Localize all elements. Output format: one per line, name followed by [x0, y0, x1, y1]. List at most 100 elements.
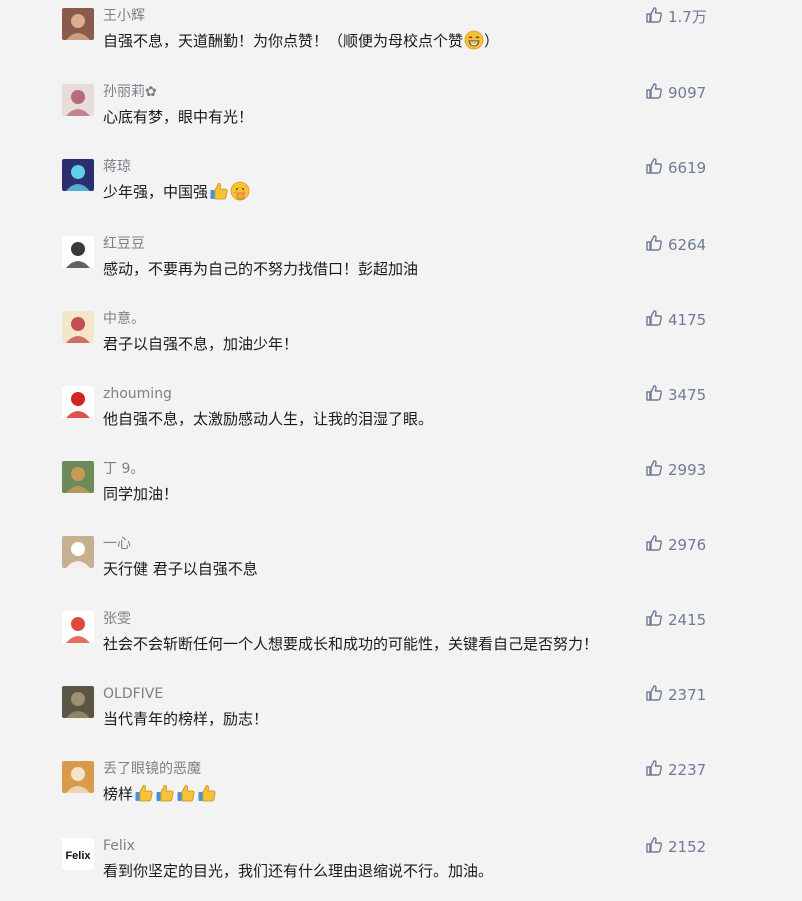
username[interactable]: 中意。: [103, 310, 145, 328]
like-count: 1.7万: [668, 8, 707, 26]
like-button[interactable]: 2976: [645, 535, 706, 555]
like-button[interactable]: 3475: [645, 385, 706, 405]
like-count: 3475: [668, 386, 707, 404]
username[interactable]: 丁 9。: [103, 460, 144, 478]
comment-text-body: 当代青年的榜样，励志！: [103, 710, 269, 728]
like-button[interactable]: 2152: [645, 837, 706, 857]
comment-text-body: 心底有梦，眼中有光！: [103, 108, 254, 126]
like-button[interactable]: 6264: [645, 235, 706, 255]
comment-text: 他自强不息，太激励感动人生，让我的泪湿了眼。: [103, 408, 433, 430]
thumbs-up-icon: [645, 684, 668, 706]
comment-item: 一心天行健 君子以自强不息 2976: [0, 535, 802, 596]
avatar[interactable]: [62, 236, 94, 268]
like-count: 2152: [668, 838, 707, 856]
username[interactable]: 王小辉: [103, 7, 145, 25]
username[interactable]: Felix: [103, 837, 135, 855]
comment-text: 自强不息，天道酬勤！为你点赞！（顺便为母校点个赞 ）: [103, 30, 499, 52]
comment-item: OLDFIVE 当代青年的榜样，励志！ 2371: [0, 685, 802, 746]
thumbs-up-icon: [645, 234, 668, 256]
comment-text-suffix: ）: [484, 32, 500, 50]
comment-list: 王小辉自强不息，天道酬勤！为你点赞！（顺便为母校点个赞 ） 1.7万孙丽莉✿ 心底有梦…: [0, 0, 802, 901]
thumbs-up-icon: [645, 309, 668, 331]
thumbs-up-emoji: [208, 183, 229, 201]
comment-text-body: 天行健 君子以自强不息: [103, 560, 258, 578]
avatar[interactable]: Felix: [62, 838, 94, 870]
like-button[interactable]: 2371: [645, 685, 706, 705]
thumbs-up-icon: [645, 459, 668, 481]
comment-item: 张雯社会不会斩断任何一个人想要成长和成功的可能性，关键看自己是否努力！ 2415: [0, 610, 802, 671]
username[interactable]: 张雯: [103, 610, 131, 628]
like-count: 6264: [668, 236, 707, 254]
comment-text-body: 他自强不息，太激励感动人生，让我的泪湿了眼。: [103, 410, 434, 428]
comment-item: 王小辉自强不息，天道酬勤！为你点赞！（顺便为母校点个赞 ） 1.7万: [0, 7, 802, 68]
avatar[interactable]: [62, 611, 94, 643]
username[interactable]: 丢了眼镜的恶魔: [103, 760, 201, 778]
comment-text-body: 同学加油！: [103, 485, 179, 503]
like-count: 2976: [668, 536, 707, 554]
comment-item: 丢了眼镜的恶魔 榜样 2237: [0, 760, 802, 821]
avatar[interactable]: [62, 84, 94, 116]
comment-text: 社会不会斩断任何一个人想要成长和成功的可能性，关键看自己是否努力！: [103, 633, 598, 655]
comment-text-body: 社会不会斩断任何一个人想要成长和成功的可能性，关键看自己是否努力！: [103, 635, 599, 653]
username[interactable]: zhouming: [103, 385, 172, 403]
comment-text: 同学加油！: [103, 483, 178, 505]
username[interactable]: 蒋琼: [103, 158, 131, 176]
thumbs-up-emoji: [175, 785, 196, 803]
comment-text: 心底有梦，眼中有光！: [103, 106, 253, 128]
like-count: 2371: [668, 686, 707, 704]
comment-text: 天行健 君子以自强不息: [103, 558, 258, 580]
avatar[interactable]: [62, 386, 94, 418]
like-button[interactable]: 4175: [645, 310, 706, 330]
comment-item: Felix Felix 看到你坚定的目光，我们还有什么理由退缩说不行。加油。 2152: [0, 837, 802, 898]
thumbs-up-icon: [645, 759, 668, 781]
shush-emoji: [229, 181, 250, 201]
comment-item: 中意。君子以自强不息，加油少年！ 4175: [0, 310, 802, 371]
thumbs-up-emoji: [154, 785, 175, 803]
avatar[interactable]: [62, 311, 94, 343]
avatar[interactable]: [62, 159, 94, 191]
like-count: 2237: [668, 761, 707, 779]
username[interactable]: 孙丽莉✿: [103, 83, 157, 101]
comment-text-body: 看到你坚定的目光，我们还有什么理由退缩说不行。加油。: [103, 862, 494, 880]
svg-text:Felix: Felix: [65, 850, 91, 862]
like-button[interactable]: 2237: [645, 760, 706, 780]
like-button[interactable]: 2993: [645, 460, 706, 480]
comment-text-body: 感动，不要再为自己的不努力找借口！彭超加油: [103, 260, 419, 278]
grin-emoji: [463, 30, 484, 50]
username[interactable]: 一心: [103, 535, 131, 553]
avatar[interactable]: [62, 536, 94, 568]
comment-text: 当代青年的榜样，励志！: [103, 708, 268, 730]
thumbs-up-icon: [645, 157, 668, 179]
avatar[interactable]: [62, 686, 94, 718]
like-count: 9097: [668, 84, 707, 102]
comment-text-body: 少年强，中国强: [103, 183, 209, 201]
comment-item: 孙丽莉✿ 心底有梦，眼中有光！ 9097: [0, 83, 802, 144]
thumbs-up-icon: [645, 609, 668, 631]
comment-item: zhouming 他自强不息，太激励感动人生，让我的泪湿了眼。 3475: [0, 385, 802, 446]
avatar[interactable]: [62, 761, 94, 793]
avatar[interactable]: [62, 8, 94, 40]
comment-text: 看到你坚定的目光，我们还有什么理由退缩说不行。加油。: [103, 860, 493, 882]
comment-text: 榜样: [103, 783, 217, 805]
thumbs-up-emoji: [196, 785, 217, 803]
avatar[interactable]: [62, 461, 94, 493]
thumbs-up-icon: [645, 384, 668, 406]
thumbs-up-icon: [645, 82, 668, 104]
like-button[interactable]: 1.7万: [645, 7, 707, 27]
like-button[interactable]: 9097: [645, 83, 706, 103]
comment-text: 感动，不要再为自己的不努力找借口！彭超加油: [103, 258, 418, 280]
comment-item: 红豆豆感动，不要再为自己的不努力找借口！彭超加油 6264: [0, 235, 802, 296]
thumbs-up-emoji: [133, 785, 154, 803]
username[interactable]: OLDFIVE: [103, 685, 163, 703]
like-count: 2993: [668, 461, 707, 479]
thumbs-up-icon: [645, 836, 668, 858]
comment-item: 丁 9。同学加油！ 2993: [0, 460, 802, 521]
comment-text-body: 榜样: [103, 785, 134, 803]
comment-text: 君子以自强不息，加油少年！: [103, 333, 298, 355]
comment-text-body: 君子以自强不息，加油少年！: [103, 335, 299, 353]
thumbs-up-icon: [645, 6, 668, 28]
like-button[interactable]: 6619: [645, 158, 706, 178]
like-count: 2415: [668, 611, 707, 629]
like-button[interactable]: 2415: [645, 610, 706, 630]
username[interactable]: 红豆豆: [103, 235, 145, 253]
